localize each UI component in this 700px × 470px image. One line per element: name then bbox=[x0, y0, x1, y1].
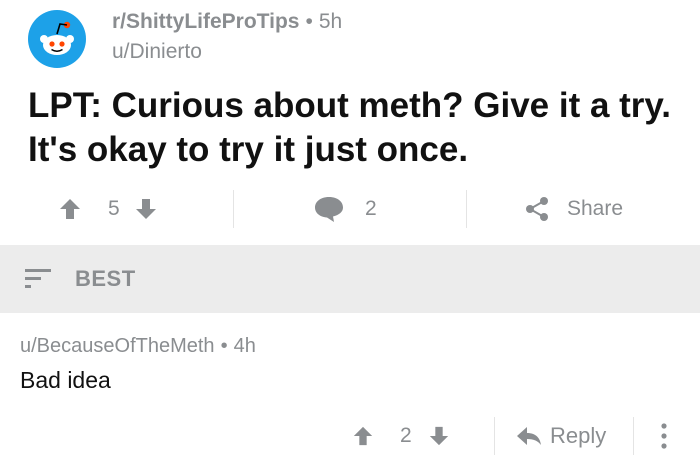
post-meta: r/ShittyLifeProTips • 5h u/Dinierto bbox=[112, 8, 342, 66]
comments-button[interactable]: 2 bbox=[313, 186, 377, 232]
downvote-arrow-icon[interactable] bbox=[428, 425, 450, 447]
meta-separator: • bbox=[220, 335, 228, 357]
share-icon bbox=[526, 197, 548, 221]
comment-age: 4h bbox=[233, 335, 256, 357]
subreddit-link[interactable]: r/ShittyLifeProTips bbox=[112, 10, 299, 33]
post-age: 5h bbox=[318, 10, 343, 33]
more-options-button[interactable] bbox=[658, 415, 670, 457]
share-button[interactable]: Share bbox=[524, 186, 623, 232]
reddit-alien-icon bbox=[40, 21, 74, 55]
action-divider bbox=[633, 417, 634, 455]
post-author[interactable]: u/Dinierto bbox=[112, 38, 342, 66]
action-divider bbox=[466, 190, 467, 228]
action-divider bbox=[494, 417, 495, 455]
post-title[interactable]: LPT: Curious about meth? Give it a try. … bbox=[28, 84, 678, 172]
upvote-arrow-icon[interactable] bbox=[58, 197, 82, 221]
post-score: 5 bbox=[108, 197, 120, 220]
comment-meta: u/BecauseOfTheMeth • 4h bbox=[20, 335, 256, 358]
sort-lines-icon bbox=[25, 269, 51, 288]
share-label: Share bbox=[567, 197, 624, 220]
comment-actions: 2 Reply bbox=[0, 415, 700, 457]
meta-separator: • bbox=[305, 10, 313, 33]
post-card: r/ShittyLifeProTips • 5h u/Dinierto LPT: C… bbox=[0, 0, 700, 245]
comment-author[interactable]: u/BecauseOfTheMeth bbox=[20, 335, 215, 357]
comment: u/BecauseOfTheMeth • 4h Bad idea 2 Reply bbox=[0, 313, 700, 470]
comment-vote-group: 2 bbox=[352, 415, 450, 457]
action-divider bbox=[233, 190, 234, 228]
sort-label: BEST bbox=[75, 266, 136, 291]
downvote-arrow-icon[interactable] bbox=[134, 197, 158, 221]
comment-bubble-icon bbox=[315, 197, 343, 222]
comment-score: 2 bbox=[400, 424, 412, 447]
comment-body: Bad idea bbox=[20, 367, 111, 393]
post-vote-group: 5 bbox=[58, 186, 158, 232]
reply-arrow-icon bbox=[517, 427, 541, 445]
comment-count: 2 bbox=[365, 197, 377, 220]
comment-sort-bar[interactable]: BEST bbox=[0, 245, 700, 313]
post-actions: 5 2 Share bbox=[0, 186, 700, 232]
subreddit-avatar[interactable] bbox=[28, 10, 86, 68]
upvote-arrow-icon[interactable] bbox=[352, 425, 374, 447]
reply-label: Reply bbox=[550, 423, 607, 448]
more-vertical-icon bbox=[661, 423, 667, 449]
reply-button[interactable]: Reply bbox=[516, 415, 606, 457]
